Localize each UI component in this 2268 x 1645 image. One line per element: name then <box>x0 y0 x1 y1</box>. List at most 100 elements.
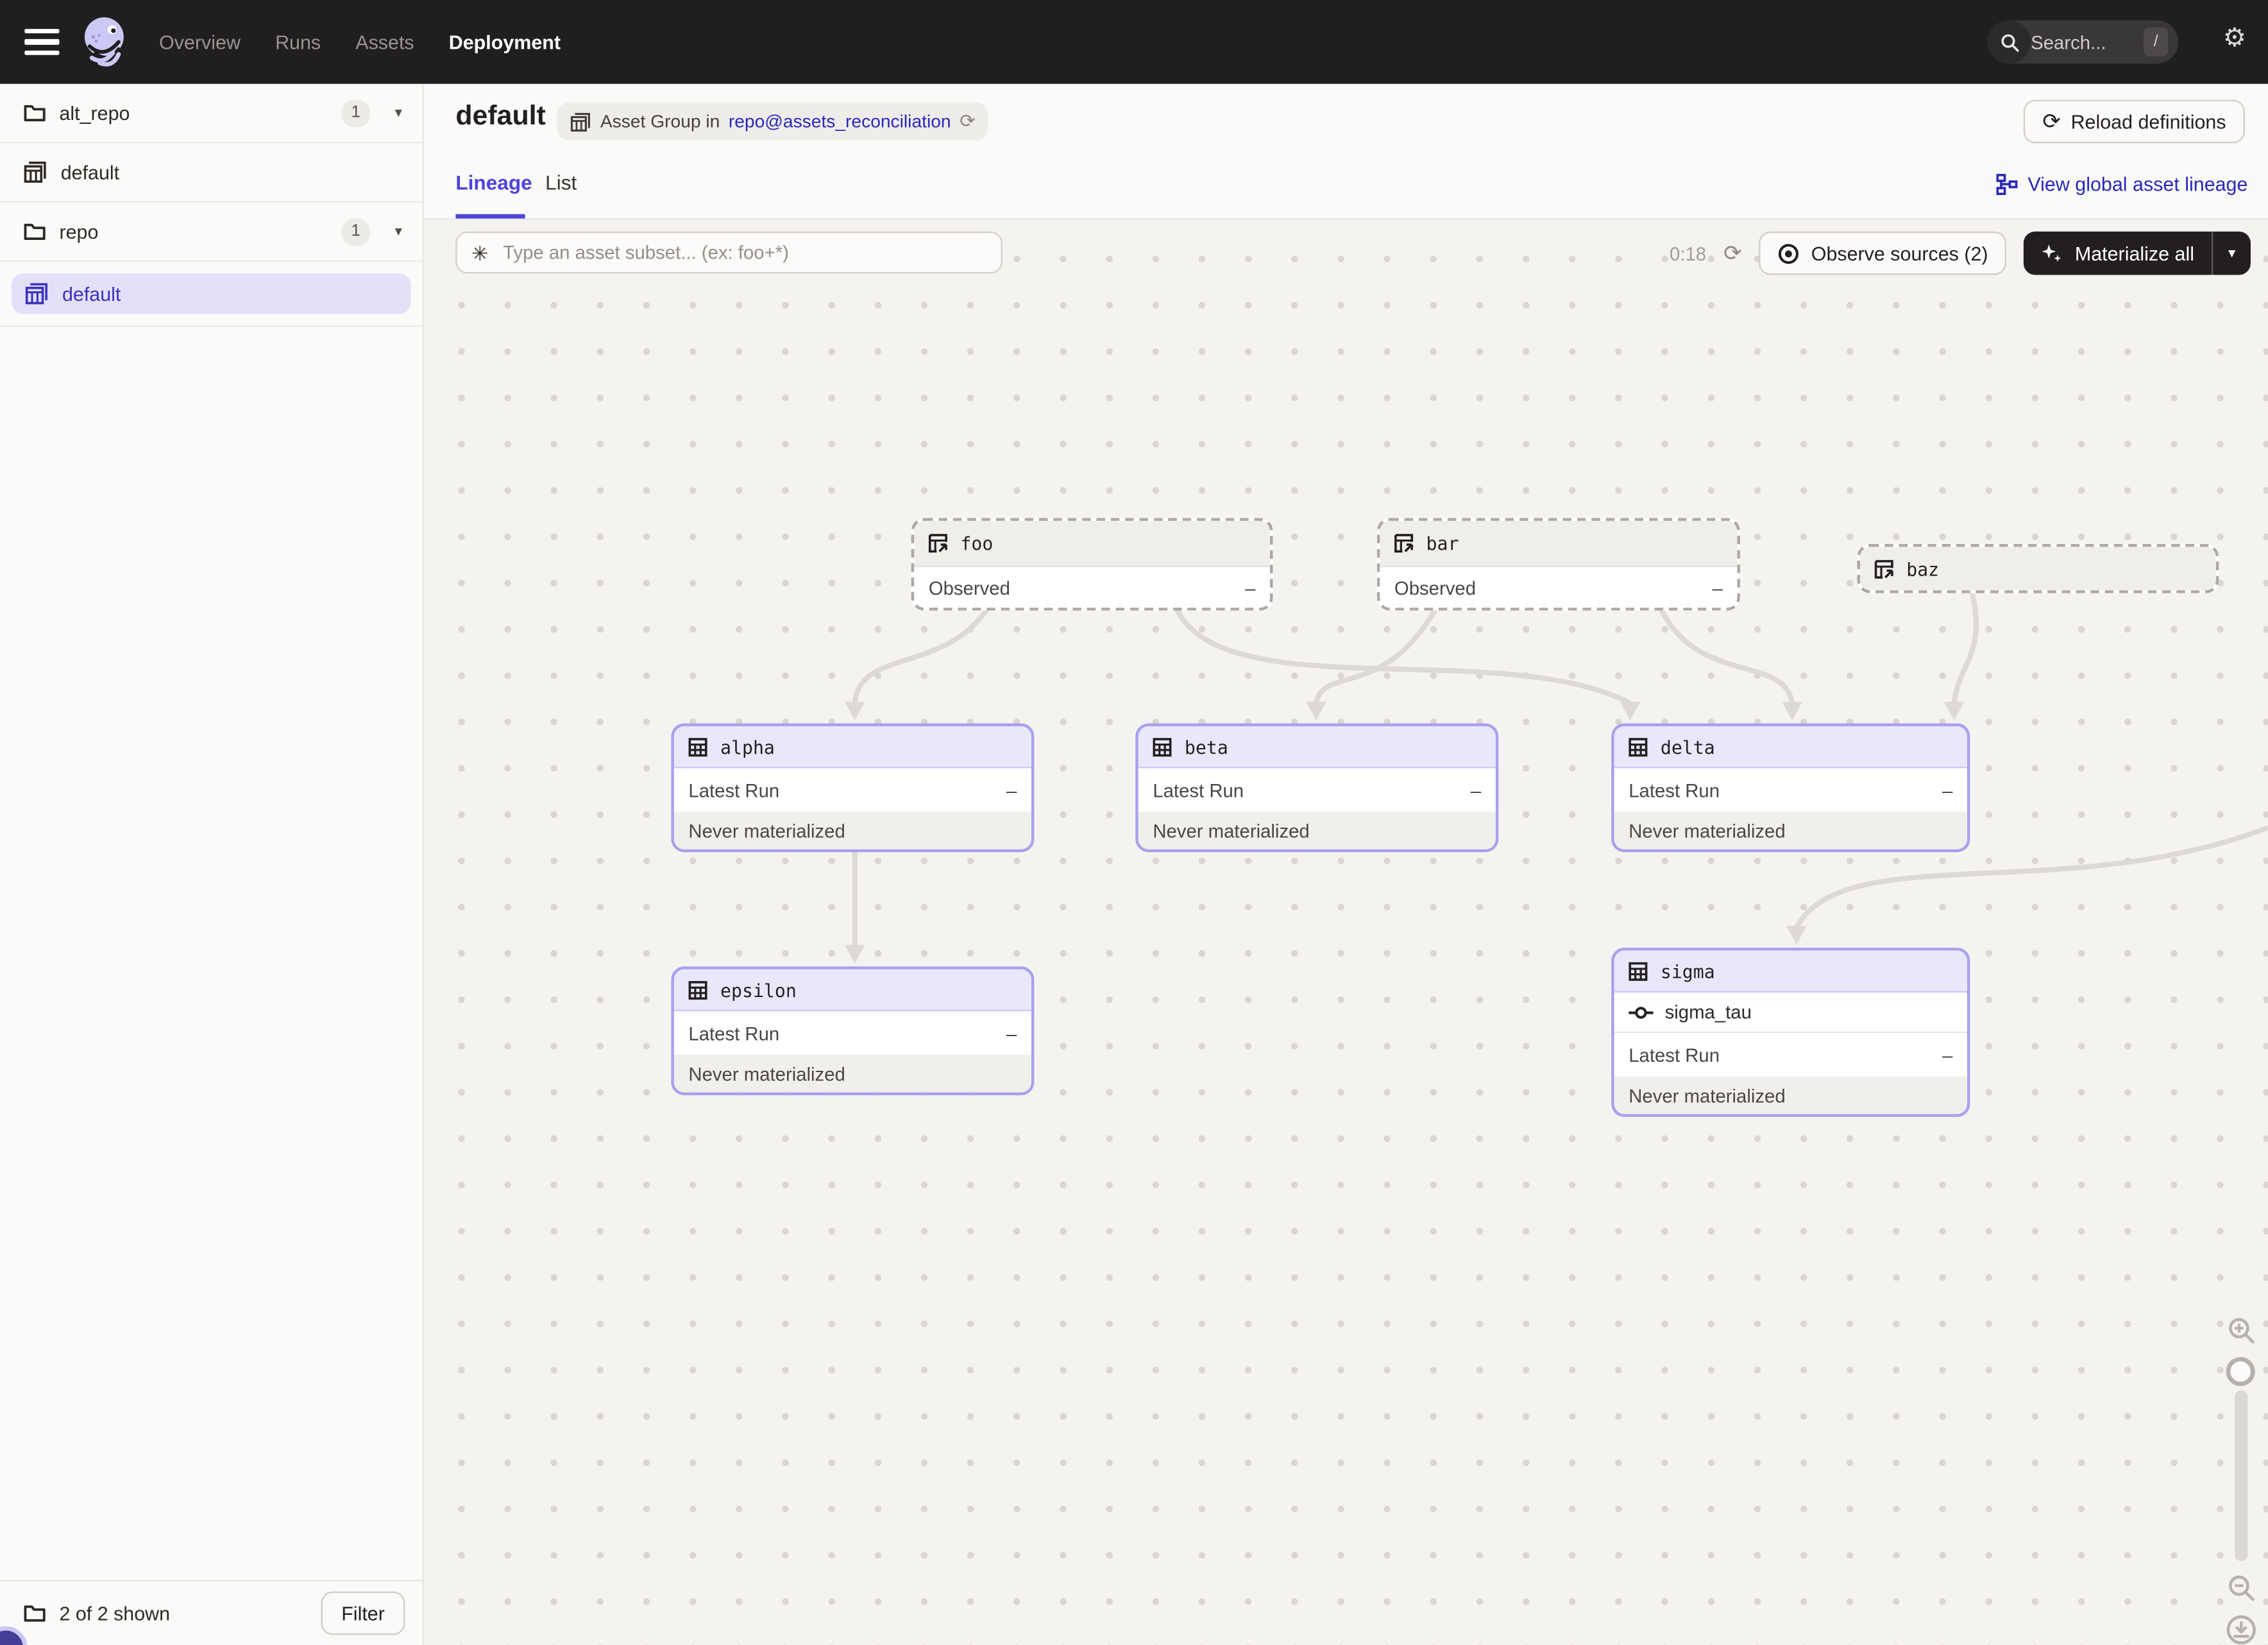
asset-name: baz <box>1906 558 1939 579</box>
source-asset-icon <box>927 533 949 554</box>
repo-sidebar: alt_repo 1 ▾ default repo 1 ▾ <box>0 84 424 1645</box>
refresh-timer: 0:18 <box>1670 243 1706 264</box>
nav-deployment[interactable]: Deployment <box>449 31 561 53</box>
asset-node-epsilon[interactable]: epsilon Latest Run – Never materialized <box>671 966 1034 1095</box>
asset-node-alpha[interactable]: alpha Latest Run – Never materialized <box>671 724 1034 853</box>
asset-node-baz[interactable]: baz <box>1858 544 2219 593</box>
asset-subset-filter[interactable]: ✳ <box>455 232 1002 273</box>
nav-runs[interactable]: Runs <box>275 31 321 53</box>
lineage-graph-icon <box>1996 174 2018 196</box>
sidebar-item-repo[interactable]: repo 1 ▾ <box>0 203 422 262</box>
asset-node-sigma[interactable]: sigma sigma_tau Latest Run – Never mater… <box>1611 948 1970 1117</box>
repo-location-link[interactable]: repo@assets_reconciliation <box>729 112 951 132</box>
lineage-edges <box>424 220 2268 1645</box>
search-placeholder: Search... <box>2031 31 2106 53</box>
global-search[interactable]: Search... / <box>1988 21 2179 64</box>
asset-name: sigma <box>1661 960 1715 982</box>
view-tabs: Lineage List View global asset lineage <box>424 159 2268 220</box>
folder-icon <box>23 221 46 242</box>
sidebar-footer: 2 of 2 shown Filter <box>0 1580 422 1645</box>
dagster-logo-icon[interactable] <box>78 13 130 71</box>
nav-overview[interactable]: Overview <box>159 31 241 53</box>
asset-group-icon <box>24 282 49 305</box>
primary-nav: Overview Runs Assets Deployment <box>159 31 561 53</box>
asset-name: foo <box>960 533 993 554</box>
chevron-down-icon[interactable]: ▾ <box>395 223 402 239</box>
table-icon <box>1627 960 1649 982</box>
shown-count-label: 2 of 2 shown <box>59 1603 170 1624</box>
edge-foo-alpha <box>855 608 988 703</box>
active-tab-indicator <box>455 214 525 219</box>
op-selector-icon: ✳ <box>471 243 488 263</box>
table-icon <box>687 736 709 758</box>
edge-baz-delta <box>1954 590 1976 703</box>
download-view-icon[interactable] <box>2225 1615 2255 1645</box>
asset-check-row[interactable]: sigma_tau <box>1614 993 1967 1033</box>
materialization-status: Never materialized <box>1614 1077 1967 1114</box>
refresh-icon[interactable]: ⟳ <box>960 110 976 133</box>
edge-foo-delta <box>1176 608 1630 703</box>
asset-subset-input[interactable] <box>500 240 986 264</box>
settings-gear-icon[interactable]: ⚙ <box>2223 24 2246 51</box>
materialization-status: Never materialized <box>674 812 1031 849</box>
app-window: Overview Runs Assets Deployment Search..… <box>0 0 2268 1645</box>
repo-name: repo <box>59 221 328 243</box>
asset-node-foo[interactable]: foo Observed – <box>911 518 1273 610</box>
repo-name: alt_repo <box>59 102 328 124</box>
materialize-all-button[interactable]: Materialize all <box>2024 232 2212 275</box>
search-shortcut-badge: / <box>2144 28 2168 56</box>
asset-name: bar <box>1426 533 1459 554</box>
count-badge: 1 <box>341 217 370 245</box>
nav-assets[interactable]: Assets <box>355 31 414 53</box>
zoom-in-icon[interactable] <box>2227 1317 2255 1344</box>
asset-group-icon <box>570 111 592 133</box>
refresh-icon[interactable]: ⟳ <box>1723 240 1741 266</box>
edge-bar-delta <box>1661 608 1792 703</box>
materialize-all-split-button: Materialize all ▾ <box>2024 232 2251 275</box>
asset-node-beta[interactable]: beta Latest Run – Never materialized <box>1135 724 1498 853</box>
tab-lineage[interactable]: Lineage <box>455 171 532 194</box>
count-badge: 1 <box>341 99 370 126</box>
edge-bar-beta <box>1316 608 1436 703</box>
zoom-controls <box>2222 1317 2260 1645</box>
group-name: default <box>61 161 402 183</box>
sidebar-item-default-selected[interactable]: default <box>12 273 410 314</box>
sidebar-item-default-altrepo[interactable]: default <box>0 143 422 202</box>
materialization-status: Never materialized <box>1614 812 1967 849</box>
asset-check-icon <box>1629 1005 1653 1019</box>
asset-name: epsilon <box>720 979 797 1001</box>
reload-definitions-button[interactable]: ⟳ Reload definitions <box>2024 100 2245 144</box>
table-icon <box>1627 736 1649 758</box>
asset-name: delta <box>1661 736 1715 758</box>
reload-icon: ⟳ <box>2042 108 2060 135</box>
materialize-options-caret[interactable]: ▾ <box>2212 232 2251 275</box>
eye-icon <box>1778 243 1800 264</box>
table-icon <box>687 979 709 1001</box>
observe-sources-button[interactable]: Observe sources (2) <box>1759 232 2007 275</box>
zoom-slider-handle[interactable] <box>2226 1357 2255 1386</box>
tab-list[interactable]: List <box>545 171 577 194</box>
hamburger-menu-icon[interactable] <box>24 29 59 55</box>
folder-icon <box>23 103 46 123</box>
lineage-canvas[interactable]: ✳ 0:18 ⟳ Observe sources (2) Materi <box>424 220 2268 1645</box>
asset-node-bar[interactable]: bar Observed – <box>1377 518 1740 610</box>
sidebar-item-alt-repo[interactable]: alt_repo 1 ▾ <box>0 84 422 143</box>
chevron-down-icon[interactable]: ▾ <box>395 105 402 121</box>
page-title: default <box>455 101 545 133</box>
page-header: default Asset Group in repo@assets_recon… <box>424 84 2268 159</box>
asset-group-badge: Asset Group in repo@assets_reconciliatio… <box>557 103 988 141</box>
table-icon <box>1151 736 1173 758</box>
canvas-toolbar: 0:18 ⟳ Observe sources (2) Materialize a… <box>1670 232 2251 275</box>
sparkle-icon <box>2042 243 2063 264</box>
materialization-status: Never materialized <box>674 1055 1031 1093</box>
badge-prefix: Asset Group in <box>600 112 720 132</box>
source-asset-icon <box>1873 558 1895 579</box>
zoom-out-icon[interactable] <box>2227 1574 2255 1602</box>
filter-button[interactable]: Filter <box>321 1592 405 1635</box>
folder-icon <box>23 1603 46 1624</box>
materialization-status: Never materialized <box>1138 812 1496 849</box>
asset-node-delta[interactable]: delta Latest Run – Never materialized <box>1611 724 1970 853</box>
search-icon <box>1988 21 2031 64</box>
zoom-slider-track[interactable] <box>2234 1390 2247 1561</box>
view-global-asset-lineage-link[interactable]: View global asset lineage <box>1996 174 2248 196</box>
